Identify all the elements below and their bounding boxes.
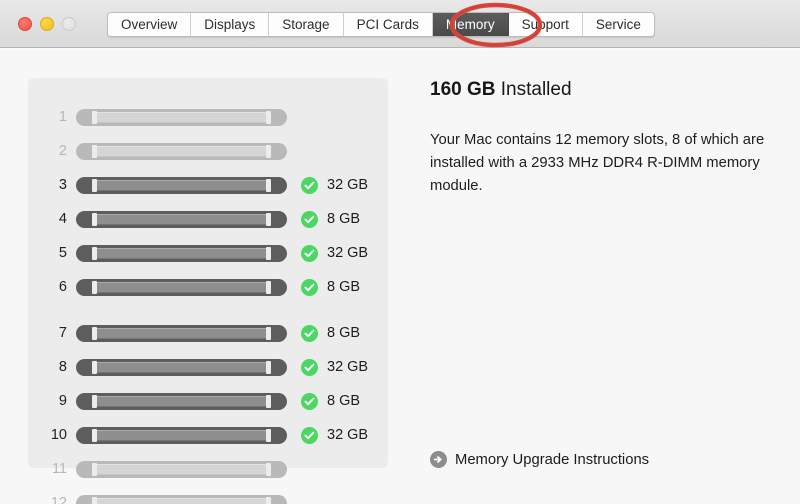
memory-slot-number: 6 [28, 279, 76, 295]
check-circle-icon [301, 279, 318, 296]
check-circle-icon [301, 245, 318, 262]
memory-slot-number: 2 [28, 143, 76, 159]
memory-slot-row: 1 [28, 100, 388, 134]
memory-slot-row: 10 32 GB [28, 418, 388, 452]
memory-slot-row: 12 [28, 486, 388, 504]
dimm-board [97, 214, 266, 225]
memory-slot-number: 11 [28, 461, 76, 477]
dimm-board [97, 282, 266, 293]
memory-slot-size: 32 GB [327, 245, 368, 261]
dimm-board [97, 430, 266, 441]
memory-slot-number: 1 [28, 109, 76, 125]
memory-slot-row: 2 [28, 134, 388, 168]
memory-slot-number: 4 [28, 211, 76, 227]
memory-slot-number: 12 [28, 495, 76, 504]
dimm-module-icon [76, 393, 287, 410]
traffic-light-controls [18, 17, 76, 31]
memory-slot-number: 10 [28, 427, 76, 443]
memory-slot-number: 7 [28, 325, 76, 341]
memory-slots-panel: 1 2 3 32 GB 4 8 GB 5 32 GB 6 8 GB 7 8 GB 8 32 GB 9 8 G… [28, 78, 388, 468]
memory-slot-row: 9 8 GB [28, 384, 388, 418]
window-titlebar: OverviewDisplaysStoragePCI CardsMemorySu… [0, 0, 800, 48]
dimm-module-icon [76, 325, 287, 342]
dimm-board [97, 396, 266, 407]
dimm-board [97, 464, 266, 475]
check-circle-icon [301, 211, 318, 228]
memory-slot-size: 32 GB [327, 427, 368, 443]
memory-slot-size: 8 GB [327, 279, 360, 295]
check-circle-icon [301, 359, 318, 376]
memory-slot-size: 8 GB [327, 325, 360, 341]
dimm-board [97, 328, 266, 339]
tab-service[interactable]: Service [583, 13, 654, 36]
memory-info-panel: 160 GB Installed Your Mac contains 12 me… [430, 79, 775, 198]
system-information-window: OverviewDisplaysStoragePCI CardsMemorySu… [0, 0, 800, 504]
minimize-button-icon[interactable] [40, 17, 54, 31]
memory-upgrade-instructions-label: Memory Upgrade Instructions [455, 452, 649, 468]
tab-overview[interactable]: Overview [108, 13, 191, 36]
dimm-module-icon [76, 427, 287, 444]
memory-slot-group-bottom: 7 8 GB 8 32 GB 9 8 GB 10 32 GB 11 12 [28, 316, 388, 504]
check-circle-icon [301, 427, 318, 444]
dimm-module-icon [76, 211, 287, 228]
installed-memory-suffix: Installed [501, 79, 572, 100]
dimm-board [97, 248, 266, 259]
dimm-board [97, 362, 266, 373]
arrow-right-circle-icon [430, 451, 447, 468]
empty-slot-icon [76, 109, 287, 126]
tab-displays[interactable]: Displays [191, 13, 269, 36]
memory-slot-size: 32 GB [327, 359, 368, 375]
memory-slot-row: 3 32 GB [28, 168, 388, 202]
check-circle-icon [301, 177, 318, 194]
memory-slot-row: 11 [28, 452, 388, 486]
memory-slot-size: 8 GB [327, 393, 360, 409]
tab-pci-cards[interactable]: PCI Cards [344, 13, 433, 36]
check-circle-icon [301, 325, 318, 342]
memory-upgrade-instructions-link[interactable]: Memory Upgrade Instructions [430, 451, 649, 468]
dimm-module-icon [76, 279, 287, 296]
tab-bar: OverviewDisplaysStoragePCI CardsMemorySu… [107, 12, 655, 37]
memory-slot-number: 3 [28, 177, 76, 193]
close-button-icon[interactable] [18, 17, 32, 31]
memory-slot-size: 32 GB [327, 177, 368, 193]
dimm-board [97, 180, 266, 191]
installed-memory-amount: 160 GB [430, 79, 495, 100]
memory-slot-row: 7 8 GB [28, 316, 388, 350]
check-circle-icon [301, 393, 318, 410]
tab-support[interactable]: Support [509, 13, 583, 36]
tab-storage[interactable]: Storage [269, 13, 343, 36]
dimm-board [97, 498, 266, 504]
memory-slot-number: 5 [28, 245, 76, 261]
memory-slot-row: 5 32 GB [28, 236, 388, 270]
empty-slot-icon [76, 143, 287, 160]
memory-slot-row: 6 8 GB [28, 270, 388, 304]
dimm-module-icon [76, 177, 287, 194]
memory-pane: 12332 GB48 GB532 GB68 GB 78 GB832 GB98 G… [0, 49, 800, 504]
memory-description: Your Mac contains 12 memory slots, 8 of … [430, 129, 770, 198]
dimm-board [97, 112, 266, 123]
memory-slot-size: 8 GB [327, 211, 360, 227]
empty-slot-icon [76, 495, 287, 504]
memory-slot-row: 8 32 GB [28, 350, 388, 384]
dimm-module-icon [76, 359, 287, 376]
memory-slot-number: 8 [28, 359, 76, 375]
installed-memory-line: 160 GB Installed [430, 79, 775, 101]
zoom-button-icon[interactable] [62, 17, 76, 31]
dimm-module-icon [76, 245, 287, 262]
memory-slot-group-top: 1 2 3 32 GB 4 8 GB 5 32 GB 6 8 GB [28, 100, 388, 304]
empty-slot-icon [76, 461, 287, 478]
dimm-board [97, 146, 266, 157]
tab-memory[interactable]: Memory [433, 13, 509, 36]
memory-slot-row: 4 8 GB [28, 202, 388, 236]
memory-slot-number: 9 [28, 393, 76, 409]
